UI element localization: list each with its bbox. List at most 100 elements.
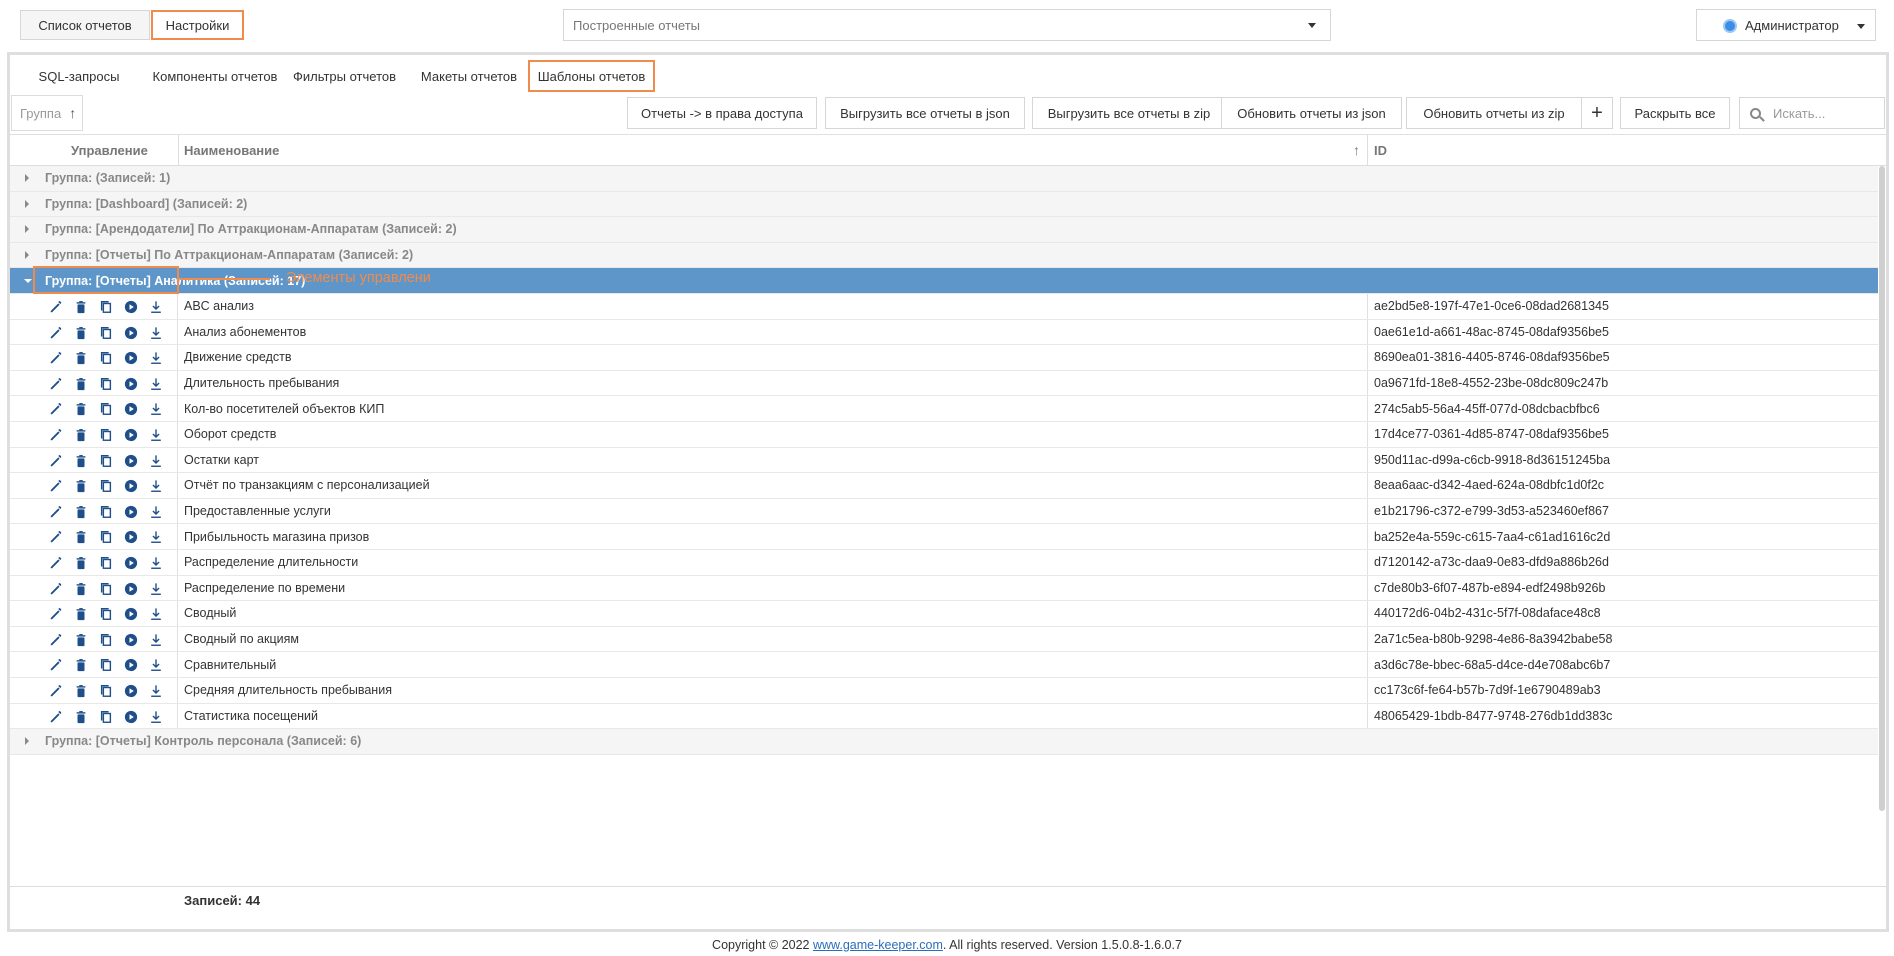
table-row[interactable]: Сводный 440172d6-04b2-431c-5f7f-08daface4…: [10, 601, 1878, 627]
caret-right-icon[interactable]: [25, 225, 29, 234]
table-row[interactable]: Кол-во посетителей объектов КИП 274c5ab5-…: [10, 396, 1878, 422]
table-row[interactable]: Распределение длительности d7120142-a73c-…: [10, 550, 1878, 576]
delete-icon[interactable]: [73, 657, 89, 673]
play-icon[interactable]: [123, 683, 139, 699]
download-icon[interactable]: [148, 350, 164, 366]
tab-sql-queries[interactable]: SQL-запросы: [24, 60, 134, 92]
table-row[interactable]: Прибыльность магазина призов ba252e4a-559…: [10, 524, 1878, 550]
download-icon[interactable]: [148, 632, 164, 648]
delete-icon[interactable]: [73, 376, 89, 392]
play-icon[interactable]: [123, 376, 139, 392]
copy-icon[interactable]: [98, 529, 114, 545]
table-row[interactable]: Предоставленные услуги e1b21796-c372-e799…: [10, 498, 1878, 525]
built-reports-select[interactable]: Построенные отчеты: [563, 9, 1331, 41]
download-icon[interactable]: [148, 427, 164, 443]
add-button[interactable]: +: [1581, 97, 1613, 129]
copy-icon[interactable]: [98, 299, 114, 315]
copy-icon[interactable]: [98, 478, 114, 494]
download-icon[interactable]: [148, 657, 164, 673]
table-row[interactable]: Движение средств 8690ea01-3816-4405-8746-…: [10, 345, 1878, 371]
copy-icon[interactable]: [98, 581, 114, 597]
edit-icon[interactable]: [48, 325, 64, 341]
table-row[interactable]: Анализ абонементов 0ae61e1d-a661-48ac-874…: [10, 319, 1878, 346]
play-icon[interactable]: [123, 709, 139, 725]
group-row[interactable]: Группа: [Отчеты] По Аттракционам-Аппарат…: [10, 242, 1878, 269]
copy-icon[interactable]: [98, 632, 114, 648]
delete-icon[interactable]: [73, 350, 89, 366]
download-icon[interactable]: [148, 453, 164, 469]
expand-all-button[interactable]: Раскрыть все: [1620, 97, 1730, 129]
play-icon[interactable]: [123, 632, 139, 648]
download-icon[interactable]: [148, 504, 164, 520]
play-icon[interactable]: [123, 299, 139, 315]
user-menu[interactable]: Администратор: [1696, 9, 1876, 41]
site-link[interactable]: www.game-keeper.com: [813, 938, 943, 952]
caret-right-icon[interactable]: [25, 737, 29, 746]
download-icon[interactable]: [148, 478, 164, 494]
delete-icon[interactable]: [73, 504, 89, 520]
update-from-zip-button[interactable]: Обновить отчеты из zip: [1406, 97, 1582, 129]
vertical-scrollbar[interactable]: [1879, 166, 1885, 811]
copy-icon[interactable]: [98, 657, 114, 673]
edit-icon[interactable]: [48, 555, 64, 571]
delete-icon[interactable]: [73, 709, 89, 725]
play-icon[interactable]: [123, 581, 139, 597]
copy-icon[interactable]: [98, 555, 114, 571]
copy-icon[interactable]: [98, 350, 114, 366]
download-icon[interactable]: [148, 606, 164, 622]
group-row[interactable]: Группа: [Арендодатели] По Аттракционам-А…: [10, 217, 1878, 243]
download-icon[interactable]: [148, 325, 164, 341]
reports-list-button[interactable]: Список отчетов: [20, 10, 150, 40]
download-icon[interactable]: [148, 709, 164, 725]
download-icon[interactable]: [148, 401, 164, 417]
copy-icon[interactable]: [98, 709, 114, 725]
copy-icon[interactable]: [98, 504, 114, 520]
download-icon[interactable]: [148, 529, 164, 545]
edit-icon[interactable]: [48, 581, 64, 597]
play-icon[interactable]: [123, 401, 139, 417]
table-row[interactable]: Оборот средств 17d4ce77-0361-4d85-8747-08…: [10, 422, 1878, 448]
download-icon[interactable]: [148, 299, 164, 315]
delete-icon[interactable]: [73, 401, 89, 417]
export-all-json-button[interactable]: Выгрузить все отчеты в json: [825, 97, 1025, 129]
reports-to-access-rights-button[interactable]: Отчеты -> в права доступа: [627, 97, 817, 129]
table-row[interactable]: Отчёт по транзакциям с персонализацией 8e…: [10, 473, 1878, 499]
edit-icon[interactable]: [48, 683, 64, 699]
edit-icon[interactable]: [48, 453, 64, 469]
search-input[interactable]: [1773, 105, 1873, 121]
play-icon[interactable]: [123, 325, 139, 341]
delete-icon[interactable]: [73, 427, 89, 443]
download-icon[interactable]: [148, 581, 164, 597]
copy-icon[interactable]: [98, 683, 114, 699]
column-header-id[interactable]: ID: [1374, 135, 1387, 166]
column-header-name[interactable]: Наименование: [184, 135, 279, 166]
tab-report-templates[interactable]: Шаблоны отчетов: [528, 60, 655, 92]
delete-icon[interactable]: [73, 299, 89, 315]
edit-icon[interactable]: [48, 657, 64, 673]
tab-report-filters[interactable]: Фильтры отчетов: [282, 60, 407, 92]
group-row[interactable]: Группа: [Dashboard] (Записей: 2): [10, 191, 1878, 218]
delete-icon[interactable]: [73, 453, 89, 469]
table-row[interactable]: Остатки карт 950d11ac-d99a-c6cb-9918-8d36…: [10, 447, 1878, 474]
group-row[interactable]: Группа: [Отчеты] Контроль персонала (Зап…: [10, 729, 1878, 755]
copy-icon[interactable]: [98, 401, 114, 417]
edit-icon[interactable]: [48, 529, 64, 545]
delete-icon[interactable]: [73, 478, 89, 494]
caret-right-icon[interactable]: [25, 174, 29, 182]
caret-right-icon[interactable]: [25, 199, 29, 208]
delete-icon[interactable]: [73, 606, 89, 622]
caret-right-icon[interactable]: [25, 250, 29, 259]
download-icon[interactable]: [148, 555, 164, 571]
edit-icon[interactable]: [48, 350, 64, 366]
tab-report-components[interactable]: Компоненты отчетов: [140, 60, 290, 92]
edit-icon[interactable]: [48, 299, 64, 315]
delete-icon[interactable]: [73, 632, 89, 648]
table-row[interactable]: Средняя длительность пребывания cc173c6f-…: [10, 678, 1878, 704]
table-row[interactable]: Распределение по времени c7de80b3-6f07-48…: [10, 575, 1878, 602]
delete-icon[interactable]: [73, 555, 89, 571]
table-row[interactable]: Статистика посещений 48065429-1bdb-8477-9…: [10, 703, 1878, 730]
play-icon[interactable]: [123, 606, 139, 622]
edit-icon[interactable]: [48, 478, 64, 494]
download-icon[interactable]: [148, 683, 164, 699]
edit-icon[interactable]: [48, 376, 64, 392]
